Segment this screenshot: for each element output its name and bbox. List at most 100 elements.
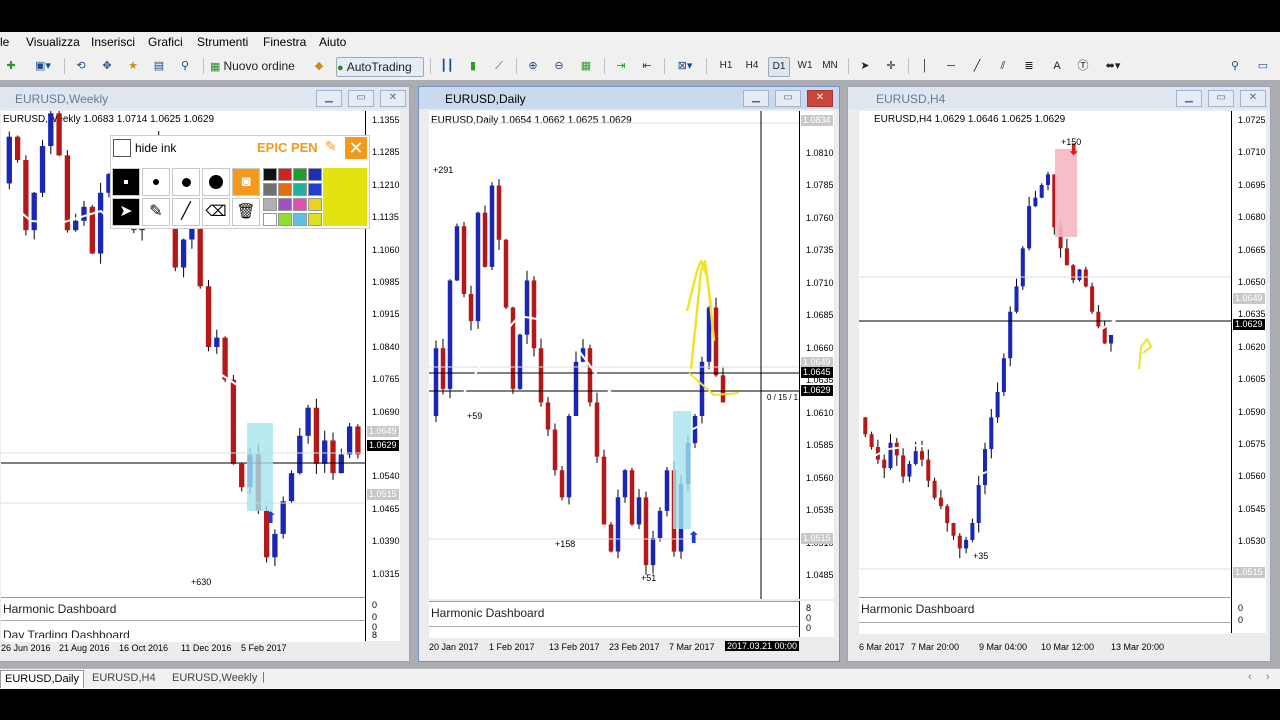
tab-scroll-left-icon[interactable]: ‹: [1248, 671, 1252, 683]
timeframe-h4[interactable]: H4: [742, 57, 762, 75]
menu-insert[interactable]: Inserisci: [91, 35, 135, 49]
toolbar: ✚ ▣▾ ⟲ ✥ ★ ▤ ⚲ ▦ Nuovo ordine ◆ ● AutoTr…: [0, 52, 1280, 81]
timeframe-h1[interactable]: H1: [716, 57, 736, 75]
brush-size-medium[interactable]: [142, 168, 170, 196]
clear-ink-button[interactable]: 🗑: [232, 198, 260, 226]
daily-candle: [538, 348, 544, 403]
highlighter-tool[interactable]: ╱: [172, 198, 200, 226]
daily-candle: [629, 470, 635, 525]
tab-scroll-right-icon[interactable]: ›: [1266, 671, 1270, 683]
title-bar-weekly[interactable]: EURUSD,Weekly ▁ ▭ ✕: [0, 87, 409, 109]
horizontal-line-icon[interactable]: ─: [942, 57, 960, 75]
brush-size-small[interactable]: [112, 168, 140, 196]
chart-area-h4[interactable]: EURUSD,H4 1.0629 1.0646 1.0625 1.0629 ⬇ +…: [859, 111, 1231, 597]
color-swatch[interactable]: [278, 183, 292, 196]
zoom-out-icon[interactable]: ⊖: [550, 57, 568, 75]
color-swatch[interactable]: [308, 168, 322, 181]
pen-tool[interactable]: ✎: [142, 198, 170, 226]
channel-icon[interactable]: ⫽: [994, 57, 1012, 75]
trendline-icon[interactable]: ╱: [968, 57, 986, 75]
new-chart-icon[interactable]: ✚: [2, 57, 20, 75]
price-scale-daily[interactable]: 1.08351.08101.07851.07601.07351.07101.06…: [799, 111, 834, 599]
chart-window-daily[interactable]: EURUSD,Daily ▁ ▭ ✕ EURUSD,Daily 1.0654 1…: [418, 86, 840, 662]
close-button-daily[interactable]: ✕: [807, 90, 833, 107]
text-label-icon[interactable]: Ⓣ: [1074, 57, 1092, 75]
color-swatch[interactable]: [263, 198, 277, 211]
terminal-icon[interactable]: ▤: [150, 57, 168, 75]
color-swatch[interactable]: [278, 168, 292, 181]
color-swatch[interactable]: [278, 213, 292, 226]
color-swatch[interactable]: [293, 168, 307, 181]
search-icon[interactable]: ⚲: [1226, 57, 1244, 75]
color-swatch[interactable]: [293, 198, 307, 211]
menu-file[interactable]: le: [0, 35, 9, 49]
title-bar-h4[interactable]: EURUSD,H4 ▁ ▭ ✕: [848, 87, 1270, 109]
maximize-button-daily[interactable]: ▭: [775, 90, 801, 107]
color-swatch[interactable]: [293, 213, 307, 226]
menu-charts[interactable]: Grafici: [148, 35, 183, 49]
minimize-button-daily[interactable]: ▁: [743, 90, 769, 107]
menu-view[interactable]: Visualizza: [26, 35, 80, 49]
timeframe-d1[interactable]: D1: [768, 57, 790, 77]
text-tool[interactable]: A: [1048, 57, 1066, 75]
cursor-tool[interactable]: ➤: [112, 198, 140, 226]
indicators-icon[interactable]: ⊠▾: [672, 57, 698, 75]
menu-window[interactable]: Finestra: [263, 35, 306, 49]
chart-area-daily[interactable]: EURUSD,Daily 1.0654 1.0662 1.0625 1.0629…: [429, 111, 799, 599]
tab-eurusd-daily[interactable]: EURUSD,Daily: [0, 670, 84, 688]
screenshot-button[interactable]: ◙: [232, 168, 260, 196]
ink-highlight-cyan-daily: [673, 411, 691, 529]
close-button-weekly[interactable]: ✕: [380, 90, 406, 107]
minimize-button-weekly[interactable]: ▁: [316, 90, 342, 107]
tile-windows-icon[interactable]: ▦: [576, 57, 596, 75]
maximize-button-h4[interactable]: ▭: [1208, 90, 1234, 107]
color-swatch[interactable]: [263, 213, 277, 226]
close-button-h4[interactable]: ✕: [1240, 90, 1266, 107]
maximize-button-weekly[interactable]: ▭: [348, 90, 374, 107]
brush-size-xlarge[interactable]: [202, 168, 230, 196]
autoscroll-icon[interactable]: ⇥: [612, 57, 630, 75]
strategy-tester-icon[interactable]: ⚲: [176, 57, 194, 75]
autotrading-button[interactable]: ● AutoTrading: [336, 57, 424, 77]
timeframe-w1[interactable]: W1: [795, 57, 815, 75]
brush-size-large[interactable]: [172, 168, 200, 196]
color-swatch[interactable]: [308, 183, 322, 196]
market-watch-icon[interactable]: ⟲: [72, 57, 90, 75]
bar-chart-icon[interactable]: ┃┃: [438, 57, 456, 75]
hide-ink-checkbox[interactable]: [113, 139, 131, 157]
tab-eurusd-weekly[interactable]: EURUSD,Weekly: [168, 670, 261, 687]
shapes-icon[interactable]: ⬌▾: [1100, 57, 1126, 75]
fibonacci-icon[interactable]: ≣: [1020, 57, 1038, 75]
color-swatch[interactable]: [263, 168, 277, 181]
title-bar-daily[interactable]: EURUSD,Daily ▁ ▭ ✕: [419, 87, 839, 109]
color-swatch[interactable]: [308, 213, 322, 226]
color-swatch[interactable]: [308, 198, 322, 211]
zoom-in-icon[interactable]: ⊕: [524, 57, 542, 75]
chart-window-h4[interactable]: EURUSD,H4 ▁ ▭ ✕ EURUSD,H4 1.0629 1.0646 …: [847, 86, 1271, 662]
epic-pen-palette[interactable]: hide ink EPIC PEN ✎ ✕ ◙ ➤ ✎ ╱ ⌫ 🗑: [110, 135, 370, 229]
price-scale-h4[interactable]: 1.0725 1.0710 1.0695 1.0680 1.0665 1.0650 1.06…: [1231, 111, 1266, 597]
color-swatch[interactable]: [293, 183, 307, 196]
profiles-icon[interactable]: ▣▾: [30, 57, 56, 75]
color-swatch[interactable]: [278, 198, 292, 211]
timeframe-mn[interactable]: MN: [820, 57, 840, 75]
candlestick-icon[interactable]: ▮: [464, 57, 482, 75]
color-swatch[interactable]: [263, 183, 277, 196]
cursor-icon[interactable]: ➤: [856, 57, 874, 75]
community-icon[interactable]: ▭: [1254, 57, 1272, 75]
crosshair-icon[interactable]: ✛: [882, 57, 900, 75]
menu-tools[interactable]: Strumenti: [197, 35, 248, 49]
eraser-tool[interactable]: ⌫: [202, 198, 230, 226]
minimize-button-h4[interactable]: ▁: [1176, 90, 1202, 107]
line-chart-icon[interactable]: ⟋: [490, 57, 508, 75]
vertical-line-icon[interactable]: │: [916, 57, 934, 75]
close-palette-button[interactable]: ✕: [345, 137, 367, 159]
menu-help[interactable]: Aiuto: [319, 35, 346, 49]
chart-shift-icon[interactable]: ⇤: [638, 57, 656, 75]
tab-eurusd-h4[interactable]: EURUSD,H4: [88, 670, 160, 687]
new-order-button[interactable]: ▦ Nuovo ordine: [210, 57, 302, 75]
price-scale-weekly[interactable]: 1.1355 1.1285 1.1210 1.1135 1.1060 1.0985 1.09…: [365, 111, 400, 597]
meta-editor-icon[interactable]: ◆: [310, 57, 328, 75]
data-window-icon[interactable]: ★: [124, 57, 142, 75]
navigator-icon[interactable]: ✥: [98, 57, 116, 75]
